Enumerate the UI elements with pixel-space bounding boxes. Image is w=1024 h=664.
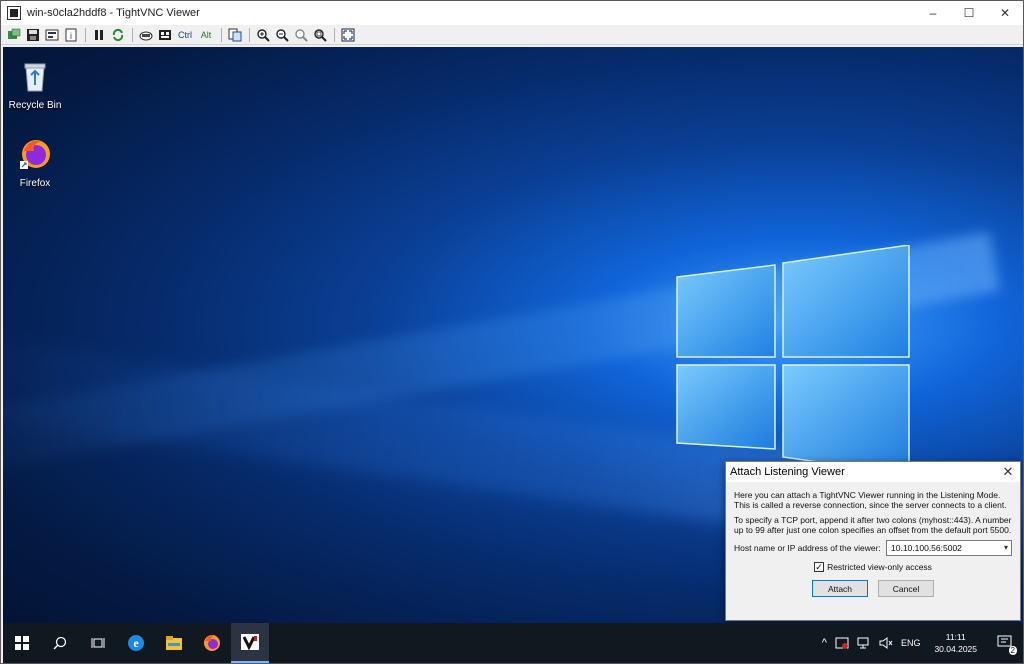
tray-network-icon[interactable] [853, 623, 875, 663]
taskbar-tightvnc[interactable] [231, 623, 269, 663]
task-view-button[interactable] [79, 623, 117, 663]
svg-text:i: i [70, 31, 72, 41]
toolbar-separator [221, 27, 222, 42]
windows-taskbar: e ^ ENG 11:11 30.04.2025 2 [3, 623, 1023, 663]
desktop-icon-recycle-bin[interactable]: Recycle Bin [3, 59, 67, 111]
ctrl-key-toggle[interactable]: Ctrl [175, 26, 195, 44]
recycle-bin-label: Recycle Bin [8, 100, 62, 111]
toolbar-separator [249, 27, 250, 42]
send-ctrl-alt-del-icon[interactable] [137, 26, 155, 44]
restricted-access-checkbox[interactable]: ✓ [814, 562, 825, 572]
remote-desktop[interactable]: Recycle Bin Firefox Attach Listening Vie… [3, 47, 1023, 663]
toolbar-separator [85, 27, 86, 42]
minimize-button[interactable]: – [915, 1, 951, 25]
folder-icon [166, 636, 182, 650]
zoom-fit-icon[interactable] [311, 26, 329, 44]
host-label: Host name or IP address of the viewer: [734, 543, 881, 553]
host-value: 10.10.100.56:5002 [891, 543, 962, 553]
host-row: Host name or IP address of the viewer: 1… [734, 540, 1012, 556]
new-connection-icon[interactable] [5, 26, 23, 44]
edge-icon: e [128, 635, 144, 651]
title-bar[interactable]: win-s0cla2hddf8 - TightVNC Viewer – ☐ ✕ [1, 1, 1023, 25]
start-button[interactable] [3, 623, 41, 663]
host-combobox[interactable]: 10.10.100.56:5002 ▾ [886, 540, 1012, 556]
send-ctrl-esc-icon[interactable] [156, 26, 174, 44]
toolbar-separator [132, 27, 133, 42]
info-icon[interactable]: i [62, 26, 80, 44]
task-view-icon [91, 638, 105, 648]
system-tray: ^ ENG 11:11 30.04.2025 2 [818, 623, 1023, 663]
clock-time: 11:11 [945, 632, 966, 642]
alt-key-toggle[interactable]: Alt [196, 26, 216, 44]
network-icon [857, 637, 869, 649]
search-icon [53, 636, 67, 650]
dialog-title-bar[interactable]: Attach Listening Viewer ✕ [726, 462, 1020, 482]
desktop-icon-firefox[interactable]: Firefox [3, 137, 67, 189]
dialog-body: Here you can attach a TightVNC Viewer ru… [726, 482, 1020, 597]
tray-volume-icon[interactable] [875, 623, 897, 663]
notifications-button[interactable]: 2 [987, 623, 1023, 663]
save-icon[interactable] [24, 26, 42, 44]
taskbar-file-explorer[interactable] [155, 623, 193, 663]
search-button[interactable] [41, 623, 79, 663]
refresh-icon[interactable] [109, 26, 127, 44]
clock[interactable]: 11:11 30.04.2025 [924, 623, 987, 663]
tightvnc-icon [241, 634, 259, 651]
window-controls: – ☐ ✕ [915, 1, 1023, 25]
restricted-access-row: ✓ Restricted view-only access [734, 562, 1012, 572]
svg-text:e: e [133, 636, 139, 650]
zoom-100-icon[interactable] [292, 26, 310, 44]
restricted-access-label: Restricted view-only access [827, 562, 932, 572]
fullscreen-icon[interactable] [339, 26, 357, 44]
options-icon[interactable] [43, 26, 61, 44]
taskbar-edge[interactable]: e [117, 623, 155, 663]
dialog-title: Attach Listening Viewer [730, 466, 845, 478]
firefox-label: Firefox [19, 178, 51, 189]
viewer-toolbar: i Ctrl Alt [1, 25, 1023, 45]
security-warning-icon [835, 637, 849, 649]
attach-button[interactable]: Attach [812, 580, 868, 597]
tightvnc-window: win-s0cla2hddf8 - TightVNC Viewer – ☐ ✕ … [0, 0, 1024, 664]
dialog-description: Here you can attach a TightVNC Viewer ru… [734, 490, 1007, 510]
cancel-button[interactable]: Cancel [878, 580, 934, 597]
clipboard-icon[interactable] [226, 26, 244, 44]
dialog-buttons: Attach Cancel [734, 580, 1012, 597]
taskbar-firefox[interactable] [193, 623, 231, 663]
recycle-bin-icon [24, 63, 46, 92]
show-hidden-icons-button[interactable]: ^ [818, 623, 831, 663]
chevron-up-icon: ^ [821, 637, 827, 649]
firefox-icon [204, 634, 220, 651]
clock-date: 30.04.2025 [934, 644, 977, 654]
chevron-down-icon[interactable]: ▾ [1004, 543, 1008, 553]
close-button[interactable]: ✕ [987, 1, 1023, 25]
dialog-port-hint: To specify a TCP port, append it after t… [734, 515, 1012, 535]
toolbar-separator [334, 27, 335, 42]
tightvnc-app-icon [7, 6, 21, 20]
tray-security-icon[interactable] [831, 623, 853, 663]
dialog-close-button[interactable]: ✕ [1000, 464, 1016, 480]
windows-start-icon [15, 636, 29, 650]
firefox-icon [20, 140, 50, 169]
pause-icon[interactable] [90, 26, 108, 44]
zoom-in-icon[interactable] [254, 26, 272, 44]
attach-listening-viewer-dialog: Attach Listening Viewer ✕ Here you can a… [725, 461, 1021, 621]
maximize-button[interactable]: ☐ [951, 1, 987, 25]
zoom-out-icon[interactable] [273, 26, 291, 44]
language-indicator[interactable]: ENG [897, 623, 925, 663]
notification-count: 2 [1008, 646, 1017, 655]
window-title: win-s0cla2hddf8 - TightVNC Viewer [27, 7, 200, 19]
volume-muted-icon [879, 637, 893, 649]
